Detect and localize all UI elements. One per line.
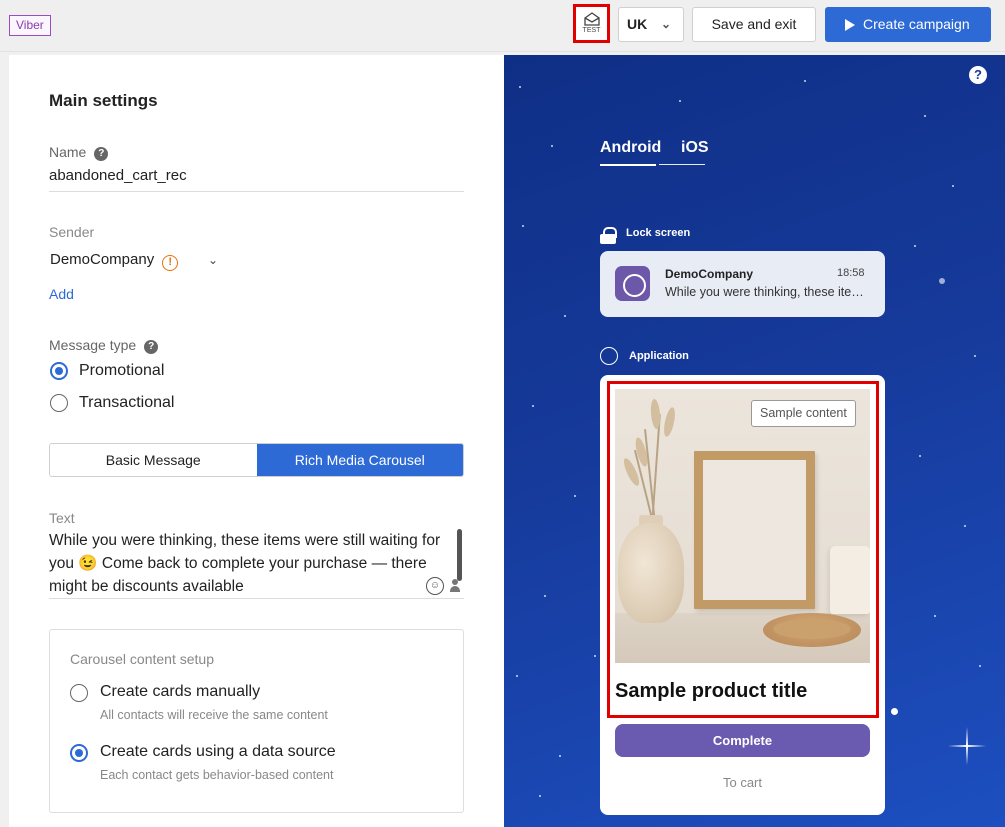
star (519, 86, 521, 88)
test-send-button[interactable]: TEST (573, 4, 610, 43)
application-label: Application (629, 350, 689, 362)
tab-underline (659, 164, 705, 165)
tab-ios[interactable]: iOS (681, 139, 709, 157)
lock-screen-label: Lock screen (626, 227, 691, 239)
star (594, 655, 596, 657)
star (544, 595, 546, 597)
message-type-label: Message type? (49, 337, 159, 354)
sparkle-icon (948, 727, 986, 765)
star (564, 315, 566, 317)
star (539, 795, 541, 797)
channel-tag: Viber (9, 15, 51, 36)
card-highlight (607, 381, 879, 718)
create-manually-note: All contacts will receive the same conte… (100, 708, 328, 722)
notification-preview: DemoCompany 18:58 While you were thinkin… (600, 251, 885, 317)
envelope-open-icon (583, 12, 600, 26)
radio-promotional[interactable] (50, 362, 68, 380)
star (551, 145, 553, 147)
notification-sender: DemoCompany (665, 267, 754, 281)
star (964, 525, 966, 527)
star (974, 355, 976, 357)
radio-transactional[interactable] (50, 394, 68, 412)
text-label: Text (49, 510, 75, 526)
personalization-icon[interactable] (450, 577, 460, 593)
preview-panel: ? Android iOS Lock screen DemoCompany 18… (504, 55, 1005, 827)
name-underline (49, 191, 464, 192)
sender-label: Sender (49, 224, 95, 240)
carousel-card-preview: Sample content Sample product title Comp… (600, 375, 885, 815)
radio-data-source-label[interactable]: Create cards using a data source (100, 743, 336, 761)
language-select[interactable]: UK ⌄ (618, 7, 684, 42)
notification-time: 18:58 (837, 267, 865, 279)
radio-create-manually-label[interactable]: Create cards manually (100, 683, 260, 701)
top-bar: Viber TEST UK ⌄ Save and exit Create cam… (0, 0, 1005, 52)
radio-create-manually[interactable] (70, 684, 88, 702)
play-icon (845, 19, 855, 31)
sender-chevron-icon[interactable]: ⌄ (208, 253, 218, 267)
save-and-exit-button[interactable]: Save and exit (692, 7, 816, 42)
name-input[interactable]: abandoned_cart_rec (49, 167, 187, 184)
warning-icon[interactable]: ! (162, 255, 179, 271)
star (532, 405, 534, 407)
add-sender-link[interactable]: Add (49, 286, 74, 302)
carousel-setup-title: Carousel content setup (70, 651, 214, 667)
active-tab-indicator (600, 164, 656, 166)
star (979, 665, 981, 667)
message-text-area[interactable]: While you were thinking, these items wer… (49, 529, 444, 598)
text-scrollbar[interactable] (457, 529, 462, 581)
chevron-down-icon: ⌄ (660, 17, 671, 31)
carousel-setup-box: Carousel content setup Create cards manu… (49, 629, 464, 813)
tab-rich-media-carousel[interactable]: Rich Media Carousel (256, 444, 463, 476)
radio-transactional-label[interactable]: Transactional (79, 394, 174, 412)
sender-select[interactable]: DemoCompany! (50, 251, 179, 271)
data-source-note: Each contact gets behavior-based content (100, 768, 334, 782)
format-toggle: Basic Message Rich Media Carousel (49, 443, 464, 477)
help-icon[interactable]: ? (94, 147, 109, 161)
to-cart-link[interactable]: To cart (615, 775, 870, 790)
star (924, 115, 926, 117)
language-value: UK (627, 16, 648, 32)
star (559, 755, 561, 757)
help-icon[interactable]: ? (144, 340, 159, 354)
star (574, 495, 576, 497)
text-underline (49, 598, 464, 599)
star (939, 278, 945, 284)
radio-data-source[interactable] (70, 744, 88, 762)
star (891, 708, 898, 715)
product-title: Sample product title (615, 680, 808, 702)
star (804, 80, 806, 82)
name-label: Name? (49, 144, 109, 161)
settings-panel: Main settings Name? abandoned_cart_rec S… (9, 55, 504, 827)
complete-button[interactable]: Complete (615, 724, 870, 757)
star (914, 245, 916, 247)
sender-value: DemoCompany (50, 251, 155, 268)
star (679, 100, 681, 102)
star (516, 675, 518, 677)
viber-icon (600, 347, 618, 365)
tab-basic-message[interactable]: Basic Message (50, 444, 257, 476)
viber-app-icon (615, 266, 650, 301)
radio-promotional-label[interactable]: Promotional (79, 362, 164, 380)
test-label: TEST (582, 27, 601, 34)
help-icon[interactable]: ? (969, 66, 987, 84)
lock-icon (600, 227, 617, 244)
create-campaign-label: Create campaign (863, 16, 970, 32)
star (919, 455, 921, 457)
section-title: Main settings (49, 91, 158, 110)
star (952, 185, 954, 187)
create-campaign-button[interactable]: Create campaign (825, 7, 991, 42)
tab-android[interactable]: Android (600, 139, 661, 157)
notification-body: While you were thinking, these items wer… (665, 285, 870, 299)
star (934, 615, 936, 617)
star (522, 225, 524, 227)
emoji-icon[interactable]: ☺ (426, 577, 444, 595)
